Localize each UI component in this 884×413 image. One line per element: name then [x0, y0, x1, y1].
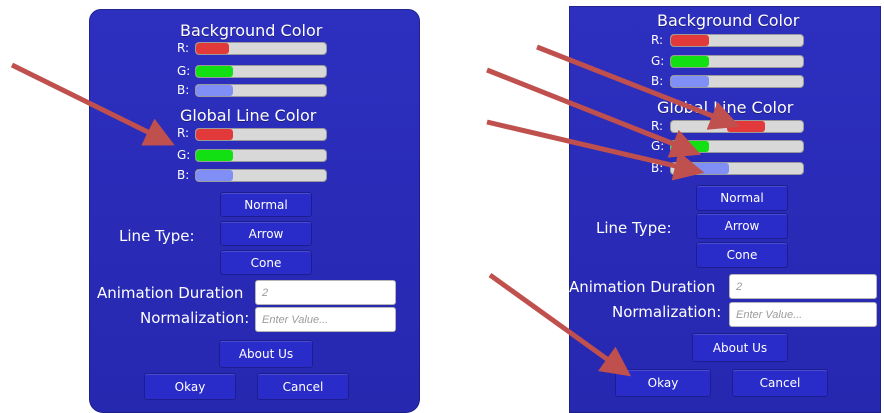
arrow-to-line-blue-right — [486, 119, 705, 181]
arrow-to-okay-right — [488, 272, 632, 377]
arrow-to-line-green-right — [486, 67, 701, 158]
arrow-to-line-color-left — [10, 62, 175, 146]
arrow-to-line-red-right — [536, 44, 740, 130]
annotation-arrows — [10, 44, 740, 377]
